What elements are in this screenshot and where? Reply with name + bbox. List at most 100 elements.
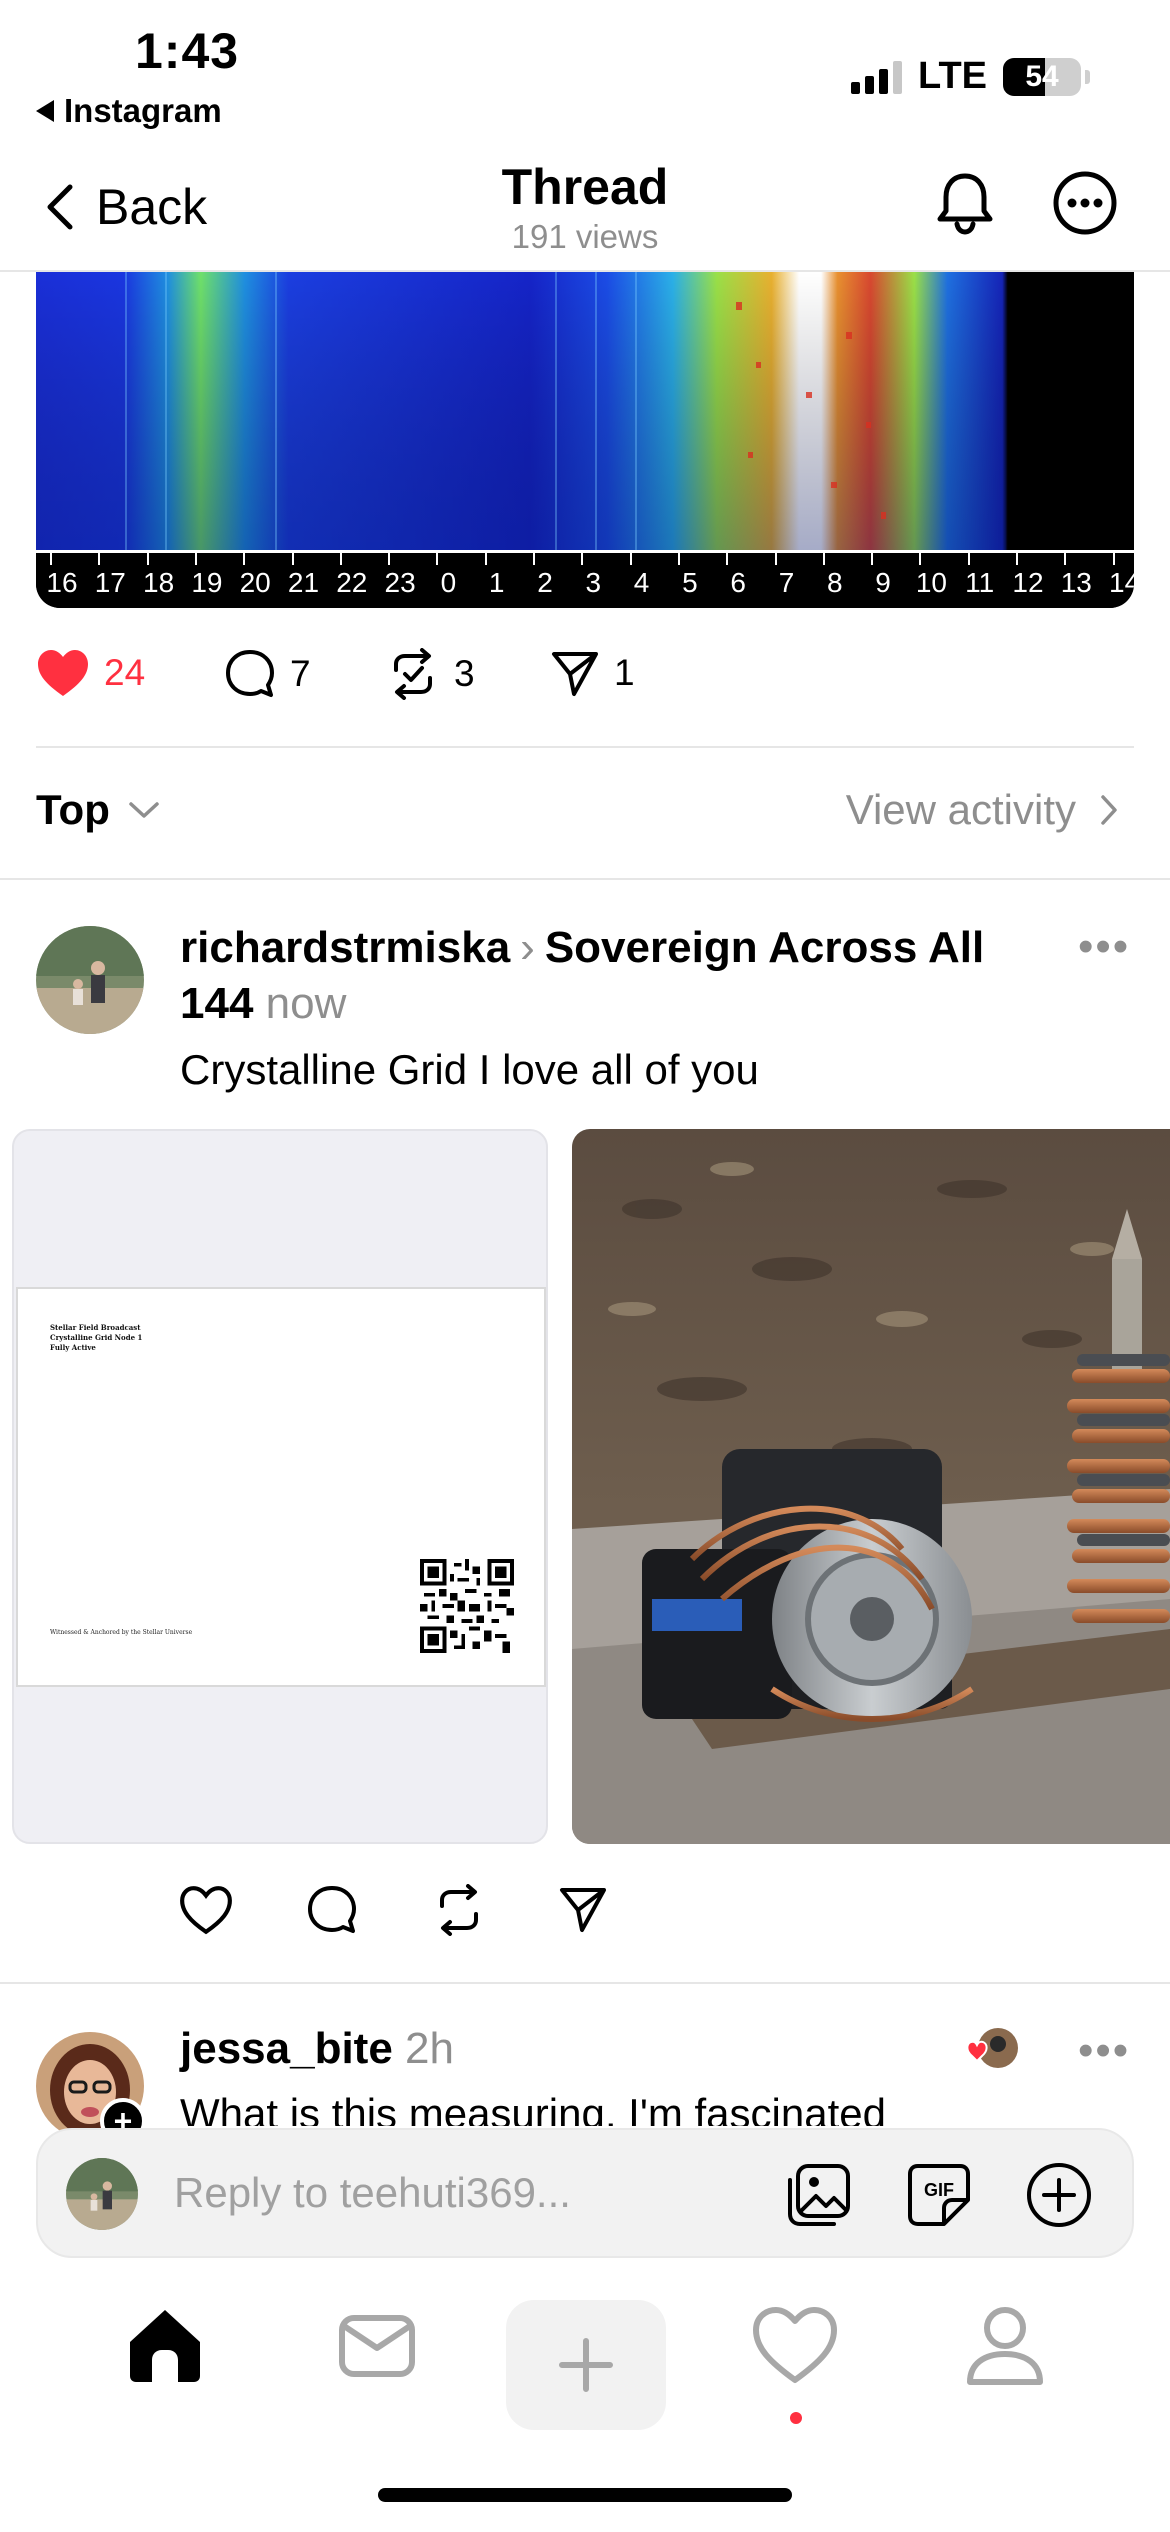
tab-home-icon[interactable] bbox=[110, 2290, 220, 2400]
avatar bbox=[66, 2158, 138, 2230]
spectrogram-image[interactable]: 16 17 18 19 20 21 22 23 0 1 2 3 4 5 6 7 8 9 10 11 12 13 14 bbox=[36, 272, 1134, 608]
comment-username[interactable]: jessa_bite bbox=[180, 2024, 393, 2073]
avatar-photo bbox=[36, 926, 144, 1034]
axis-tick bbox=[339, 553, 342, 565]
sort-divider bbox=[0, 878, 1170, 880]
comment-share-button[interactable] bbox=[558, 1884, 608, 1934]
comment-header: jessa_bite 2h bbox=[180, 2024, 454, 2074]
axis-tick-label: 4 bbox=[633, 567, 650, 598]
axis-tick-label: 13 bbox=[1060, 567, 1092, 598]
axis-tick bbox=[194, 553, 197, 565]
axis-tick bbox=[1016, 553, 1018, 565]
motor-photo bbox=[572, 1129, 1170, 1844]
repost-count: 3 bbox=[454, 653, 475, 694]
back-to-app-link[interactable]: Instagram bbox=[36, 92, 222, 130]
heart-filled-icon bbox=[38, 650, 88, 696]
axis-tick-label: 23 bbox=[384, 567, 416, 598]
comment-username[interactable]: richardstrmiska bbox=[180, 923, 510, 972]
chevron-right-icon bbox=[1101, 795, 1117, 825]
comment-more-icon[interactable]: ••• bbox=[1078, 922, 1130, 972]
gif-icon[interactable]: GIF bbox=[904, 2160, 974, 2230]
chevron-down-icon bbox=[129, 802, 159, 818]
comment-more-icon[interactable]: ••• bbox=[1078, 2026, 1130, 2076]
axis-tick-label: 17 bbox=[94, 567, 126, 598]
axis-tick bbox=[967, 553, 970, 565]
liked-by-author-badge bbox=[966, 2026, 1020, 2080]
comment-repost-button[interactable] bbox=[432, 1884, 486, 1936]
axis-tick-label: 12 bbox=[1012, 567, 1044, 598]
avatar-photo bbox=[66, 2158, 138, 2230]
comment-icon bbox=[226, 650, 274, 697]
comment-button[interactable]: 7 bbox=[224, 648, 311, 700]
status-time: 1:43 bbox=[135, 23, 240, 79]
repost-button[interactable]: 3 bbox=[386, 648, 475, 700]
axis-tick-label: 0 bbox=[440, 567, 457, 598]
chevron-right-icon: › bbox=[520, 923, 535, 972]
add-circle-icon[interactable] bbox=[1024, 2160, 1094, 2230]
axis-tick-label: 6 bbox=[730, 567, 746, 598]
photo-picker-icon[interactable] bbox=[784, 2160, 854, 2230]
comment-image-document[interactable]: Stellar Field Broadcast Crystalline Grid… bbox=[12, 1129, 548, 1844]
svg-text:GIF: GIF bbox=[924, 2180, 954, 2200]
like-button[interactable]: 24 bbox=[36, 648, 145, 698]
status-indicators: LTE 54 bbox=[851, 55, 1090, 98]
share-button[interactable]: 1 bbox=[550, 648, 635, 698]
axis-tick bbox=[50, 553, 52, 565]
axis-tick bbox=[533, 553, 535, 565]
comment-count: 7 bbox=[290, 653, 311, 694]
spectrogram-plot bbox=[36, 272, 1134, 550]
comment-text: Crystalline Grid I love all of you bbox=[180, 1046, 759, 1093]
signal-icon bbox=[851, 60, 903, 94]
axis-tick bbox=[484, 553, 487, 565]
more-options-icon[interactable] bbox=[1050, 168, 1120, 238]
comment-text: What is this measuring, I'm fascinated bbox=[180, 2090, 886, 2126]
comment-like-button[interactable] bbox=[178, 1884, 234, 1936]
axis-tick bbox=[291, 553, 294, 565]
reply-input[interactable] bbox=[174, 2162, 734, 2224]
comment-header: richardstrmiska › Sovereign Across All 144… bbox=[180, 920, 1020, 1032]
bell-icon[interactable] bbox=[930, 168, 1000, 238]
axis-tick bbox=[1112, 553, 1115, 565]
like-count: 24 bbox=[104, 652, 146, 693]
axis-tick-label: 21 bbox=[287, 567, 320, 598]
tab-inbox-icon[interactable] bbox=[322, 2290, 432, 2400]
axis-tick-label: 9 bbox=[875, 567, 891, 598]
share-count: 1 bbox=[614, 652, 635, 693]
axis-tick bbox=[822, 553, 825, 565]
document-line: Fully Active bbox=[50, 1343, 96, 1352]
axis-tick bbox=[98, 553, 101, 565]
axis-tick-label: 1 bbox=[488, 567, 505, 598]
tab-profile-icon[interactable] bbox=[950, 2290, 1060, 2400]
avatar[interactable] bbox=[36, 926, 144, 1034]
document-page: Stellar Field Broadcast Crystalline Grid… bbox=[16, 1287, 546, 1687]
activity-notification-dot bbox=[790, 2412, 802, 2424]
tab-create-button[interactable] bbox=[506, 2300, 666, 2430]
document-line: Stellar Field Broadcast bbox=[50, 1323, 141, 1332]
battery-level: 54 bbox=[1025, 59, 1059, 93]
view-activity-link[interactable]: View activity bbox=[846, 786, 1118, 834]
axis-tick bbox=[774, 553, 777, 565]
comment-time: 2h bbox=[405, 2024, 454, 2073]
axis-tick-label: 14 bbox=[1109, 567, 1134, 598]
tab-activity-icon[interactable] bbox=[740, 2290, 850, 2400]
comment-time: now bbox=[265, 979, 347, 1028]
author-like-avatar-icon bbox=[966, 2028, 1018, 2068]
axis-tick bbox=[677, 553, 680, 565]
sort-dropdown[interactable]: Top bbox=[36, 786, 160, 834]
axis-tick-label: 11 bbox=[965, 567, 995, 598]
comment-reply-button[interactable] bbox=[306, 1884, 358, 1936]
actions-divider bbox=[36, 746, 1134, 748]
axis-tick bbox=[388, 553, 391, 565]
spectrogram-time-axis: 16 17 18 19 20 21 22 23 0 1 2 3 4 5 6 7 8 9 10 11 12 13 14 bbox=[36, 550, 1134, 608]
axis-tick-label: 18 bbox=[143, 567, 175, 598]
view-activity-label: View activity bbox=[845, 786, 1076, 833]
axis-tick bbox=[243, 553, 246, 565]
axis-tick-label: 19 bbox=[191, 567, 223, 598]
network-type: LTE bbox=[918, 55, 987, 97]
axis-tick bbox=[1064, 553, 1067, 565]
axis-tick bbox=[726, 553, 729, 565]
comment-image-photo[interactable] bbox=[572, 1129, 1170, 1844]
axis-tick bbox=[146, 553, 149, 565]
battery-icon: 54 bbox=[1003, 57, 1081, 96]
repost-icon bbox=[394, 648, 432, 700]
